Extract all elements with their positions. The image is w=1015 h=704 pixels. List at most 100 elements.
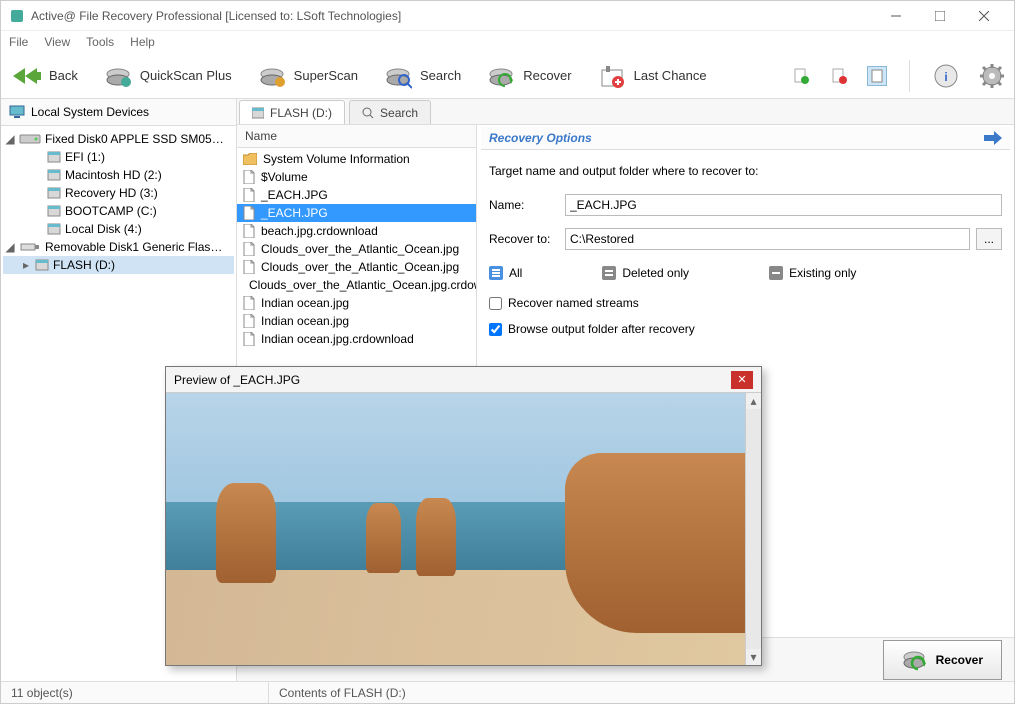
doc-ok-icon[interactable] bbox=[791, 66, 811, 86]
menu-file[interactable]: File bbox=[9, 35, 28, 49]
file-row[interactable]: Clouds_over_the_Atlantic_Ocean.jpg bbox=[237, 240, 476, 258]
recover-to-input[interactable] bbox=[565, 228, 970, 250]
name-label: Name: bbox=[489, 198, 559, 212]
column-header-name[interactable]: Name bbox=[237, 125, 476, 148]
volume-icon bbox=[47, 168, 61, 182]
tree-disk0[interactable]: ◢ Fixed Disk0 APPLE SSD SM05… bbox=[3, 130, 234, 148]
tree-partition[interactable]: Recovery HD (3:) bbox=[3, 184, 234, 202]
browse-button[interactable]: ... bbox=[976, 228, 1002, 250]
file-icon bbox=[243, 224, 255, 238]
filter-existing[interactable]: Existing only bbox=[769, 266, 856, 280]
close-button[interactable] bbox=[962, 2, 1006, 30]
chk-named-streams[interactable]: Recover named streams bbox=[489, 296, 1002, 310]
back-button[interactable]: Back bbox=[9, 60, 82, 92]
recover-to-row: Recover to: ... bbox=[489, 228, 1002, 250]
arrow-right-icon[interactable] bbox=[984, 131, 1002, 145]
search-icon bbox=[362, 107, 374, 119]
maximize-button[interactable] bbox=[918, 2, 962, 30]
doc-del-icon[interactable] bbox=[829, 66, 849, 86]
volume-icon bbox=[47, 204, 61, 218]
tree-flash[interactable]: ▸ FLASH (D:) bbox=[3, 256, 234, 274]
preview-title: Preview of _EACH.JPG bbox=[174, 373, 300, 387]
menu-help[interactable]: Help bbox=[130, 35, 155, 49]
quickscan-button[interactable]: QuickScan Plus bbox=[100, 60, 236, 92]
tree-partition[interactable]: EFI (1:) bbox=[3, 148, 234, 166]
search-button[interactable]: Search bbox=[380, 60, 465, 92]
file-icon bbox=[243, 296, 255, 310]
file-row[interactable]: $Volume bbox=[237, 168, 476, 186]
tab-flash[interactable]: FLASH (D:) bbox=[239, 100, 345, 124]
scroll-up-button[interactable]: ▴ bbox=[746, 393, 761, 409]
tab-search[interactable]: Search bbox=[349, 100, 431, 124]
lastchance-button[interactable]: Last Chance bbox=[594, 60, 711, 92]
file-icon bbox=[243, 188, 255, 202]
recovery-options-header: Recovery Options bbox=[481, 127, 1010, 150]
statusbar: 11 object(s) Contents of FLASH (D:) bbox=[1, 681, 1014, 703]
recover-icon bbox=[487, 62, 515, 90]
filter-existing-icon bbox=[769, 266, 783, 280]
preview-titlebar[interactable]: Preview of _EACH.JPG ✕ bbox=[166, 367, 761, 393]
menu-view[interactable]: View bbox=[44, 35, 70, 49]
file-icon bbox=[243, 242, 255, 256]
monitor-icon bbox=[9, 105, 25, 119]
chk-browse-after-box[interactable] bbox=[489, 323, 502, 336]
back-icon bbox=[13, 62, 41, 90]
file-icon bbox=[243, 170, 255, 184]
search-icon bbox=[384, 62, 412, 90]
tree-disk1[interactable]: ◢ Removable Disk1 Generic Flas… bbox=[3, 238, 234, 256]
preview-scrollbar[interactable]: ▴ ▾ bbox=[745, 393, 761, 665]
toolbar-divider bbox=[909, 60, 910, 92]
volume-icon bbox=[47, 150, 61, 164]
filter-all-icon bbox=[489, 266, 503, 280]
file-row[interactable]: System Volume Information bbox=[237, 150, 476, 168]
filter-all[interactable]: All bbox=[489, 266, 522, 280]
file-row[interactable]: Indian ocean.jpg bbox=[237, 312, 476, 330]
name-row: Name: bbox=[489, 194, 1002, 216]
titlebar: Active@ File Recovery Professional [Lice… bbox=[1, 1, 1014, 31]
expander-icon[interactable]: ◢ bbox=[5, 132, 15, 146]
file-icon bbox=[243, 206, 255, 220]
filter-row: All Deleted only Existing only bbox=[489, 266, 1002, 280]
menubar: File View Tools Help bbox=[1, 31, 1014, 53]
file-row[interactable]: Clouds_over_the_Atlantic_Ocean.jpg.crdow… bbox=[237, 276, 476, 294]
tree-partition[interactable]: BOOTCAMP (C:) bbox=[3, 202, 234, 220]
preview-window[interactable]: Preview of _EACH.JPG ✕ ▴ ▾ bbox=[165, 366, 762, 666]
preview-close-button[interactable]: ✕ bbox=[731, 371, 753, 389]
recover-to-label: Recover to: bbox=[489, 232, 559, 246]
name-input[interactable] bbox=[565, 194, 1002, 216]
scroll-track[interactable] bbox=[746, 409, 761, 649]
volume-icon bbox=[35, 258, 49, 272]
usb-icon bbox=[19, 240, 41, 254]
superscan-button[interactable]: SuperScan bbox=[254, 60, 362, 92]
folder-icon bbox=[243, 153, 257, 165]
gear-icon[interactable] bbox=[978, 62, 1006, 90]
tree-partition[interactable]: Macintosh HD (2:) bbox=[3, 166, 234, 184]
file-row[interactable]: Indian ocean.jpg bbox=[237, 294, 476, 312]
chk-browse-after[interactable]: Browse output folder after recovery bbox=[489, 322, 1002, 336]
menu-tools[interactable]: Tools bbox=[86, 35, 114, 49]
minimize-button[interactable] bbox=[874, 2, 918, 30]
expander-icon[interactable]: ◢ bbox=[5, 240, 15, 254]
file-icon bbox=[243, 332, 255, 346]
file-row[interactable]: _EACH.JPG bbox=[237, 186, 476, 204]
quickscan-icon bbox=[104, 62, 132, 90]
doc-plain-icon[interactable] bbox=[867, 66, 887, 86]
filter-deleted[interactable]: Deleted only bbox=[602, 266, 689, 280]
window-title: Active@ File Recovery Professional [Lice… bbox=[31, 9, 401, 23]
tabs: FLASH (D:) Search bbox=[237, 99, 1014, 125]
info-icon[interactable]: i bbox=[932, 62, 960, 90]
volume-icon bbox=[47, 186, 61, 200]
file-row[interactable]: Clouds_over_the_Atlantic_Ocean.jpg bbox=[237, 258, 476, 276]
file-row[interactable]: beach.jpg.crdownload bbox=[237, 222, 476, 240]
expander-icon[interactable]: ▸ bbox=[21, 258, 31, 272]
recover-button[interactable]: Recover bbox=[483, 60, 575, 92]
chk-named-streams-box[interactable] bbox=[489, 297, 502, 310]
preview-image bbox=[166, 393, 745, 665]
file-row[interactable]: _EACH.JPG bbox=[237, 204, 476, 222]
scroll-down-button[interactable]: ▾ bbox=[746, 649, 761, 665]
superscan-icon bbox=[258, 62, 286, 90]
volume-icon bbox=[47, 222, 61, 236]
recover-action-button[interactable]: Recover bbox=[883, 640, 1002, 680]
file-row[interactable]: Indian ocean.jpg.crdownload bbox=[237, 330, 476, 348]
tree-partition[interactable]: Local Disk (4:) bbox=[3, 220, 234, 238]
